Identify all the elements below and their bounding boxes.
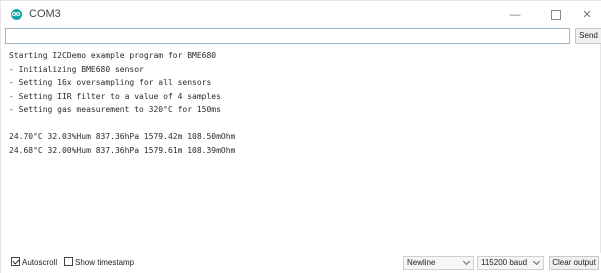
autoscroll-checkbox[interactable]: Autoscroll xyxy=(11,257,57,269)
send-row: Send xyxy=(5,28,601,44)
close-button[interactable]: ✕ xyxy=(570,1,601,29)
line-ending-select[interactable]: Newline xyxy=(403,256,474,270)
title-bar: COM3 — ✕ xyxy=(1,1,601,29)
autoscroll-label: Autoscroll xyxy=(22,258,58,267)
line-ending-value: Newline xyxy=(407,258,436,267)
output-line: - Initializing BME680 sensor xyxy=(9,64,144,74)
timestamp-checkbox[interactable]: Show timestamp xyxy=(64,257,134,269)
output-line: 24.70°C 32.03%Hum 837.36hPa 1579.42m 108… xyxy=(9,132,236,141)
send-input[interactable] xyxy=(5,28,570,44)
status-bar: Autoscroll Show timestamp Newline 115200… xyxy=(1,253,601,273)
output-line: - Setting IIR filter to a value of 4 sam… xyxy=(9,91,221,101)
serial-output: Starting I2CDemo example program for BME… xyxy=(9,49,594,249)
arduino-icon xyxy=(11,9,22,20)
serial-monitor-window: COM3 — ✕ Send Starting I2CDemo example p… xyxy=(0,0,601,273)
output-line: 24.68°C 32.00%Hum 837.36hPa 1579.61m 108… xyxy=(9,145,236,155)
clear-output-button[interactable]: Clear output xyxy=(549,256,599,270)
baud-rate-select[interactable]: 115200 baud xyxy=(477,256,544,270)
chevron-down-icon xyxy=(532,257,541,266)
window-title: COM3 xyxy=(29,8,61,20)
baud-rate-value: 115200 baud xyxy=(481,258,528,267)
maximize-button[interactable] xyxy=(539,1,573,29)
timestamp-checkbox-box[interactable] xyxy=(64,257,73,266)
autoscroll-checkbox-box[interactable] xyxy=(11,257,20,266)
output-line: - Setting gas measurement to 320°C for 1… xyxy=(9,105,221,114)
timestamp-label: Show timestamp xyxy=(75,258,135,267)
send-button[interactable]: Send xyxy=(575,28,601,44)
chevron-down-icon xyxy=(462,257,471,266)
output-line: Starting I2CDemo example program for BME… xyxy=(9,51,217,60)
maximize-icon xyxy=(551,10,561,21)
minimize-button[interactable]: — xyxy=(498,1,532,29)
output-line: - Setting 16x oversampling for all senso… xyxy=(9,78,212,87)
